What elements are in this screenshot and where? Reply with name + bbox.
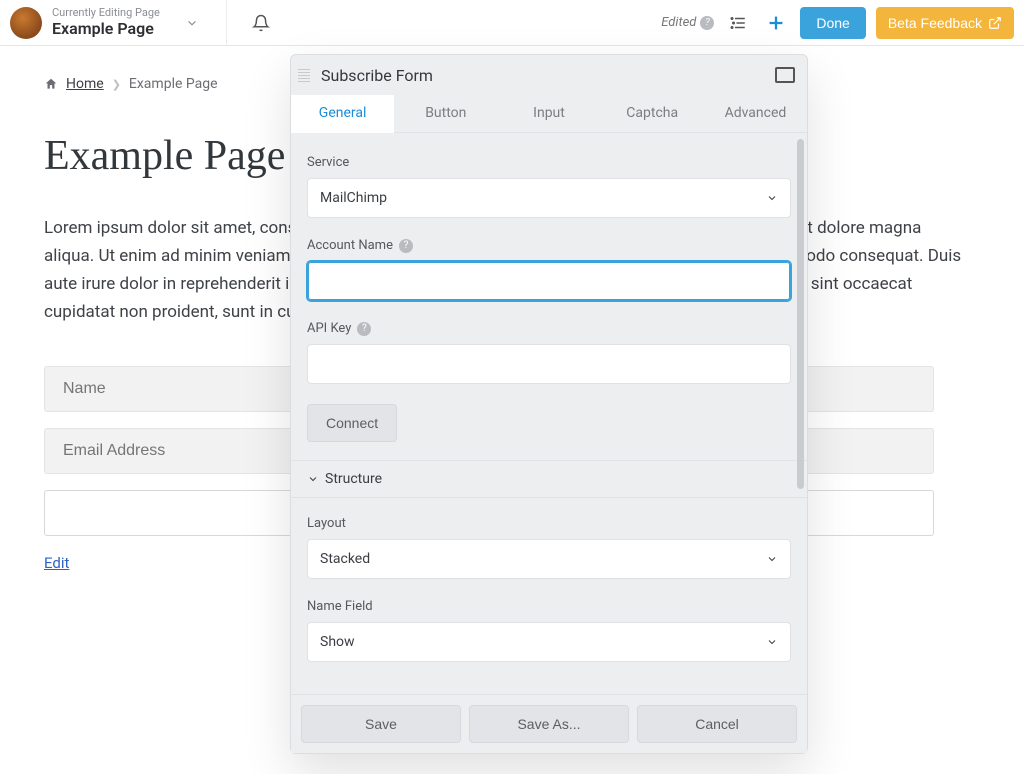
page-dropdown-button[interactable]: [176, 7, 208, 39]
outline-icon: [729, 14, 747, 32]
help-icon[interactable]: ?: [399, 239, 413, 253]
bell-icon: [252, 14, 270, 32]
tab-button[interactable]: Button: [394, 95, 497, 132]
editing-page-title: Example Page: [52, 20, 160, 38]
cancel-button[interactable]: Cancel: [637, 705, 797, 743]
editing-indicator[interactable]: Currently Editing Page Example Page: [52, 7, 160, 38]
chevron-down-icon: [185, 16, 199, 30]
name-field-value: Show: [320, 634, 355, 650]
beta-feedback-label: Beta Feedback: [888, 15, 982, 31]
panel-footer: Save Save As... Cancel: [291, 694, 807, 753]
connect-button[interactable]: Connect: [307, 404, 397, 442]
top-toolbar: Currently Editing Page Example Page Edit…: [0, 0, 1024, 46]
panel-scroll: Service MailChimp Account Name ? API Key…: [291, 133, 807, 694]
chevron-right-icon: ❯: [112, 78, 121, 91]
panel-body: Service MailChimp Account Name ? API Key…: [291, 133, 807, 694]
chevron-down-icon: [766, 636, 778, 648]
panel-title: Subscribe Form: [321, 66, 775, 85]
editing-label: Currently Editing Page: [52, 7, 160, 20]
api-key-input[interactable]: [307, 344, 791, 384]
layout-label: Layout: [307, 516, 791, 531]
account-name-label: Account Name ?: [307, 238, 791, 253]
layout-value: Stacked: [320, 551, 370, 567]
breadcrumb-current: Example Page: [129, 76, 218, 92]
responsive-icon: [775, 67, 795, 83]
chevron-down-icon: [307, 473, 319, 485]
beta-feedback-button[interactable]: Beta Feedback: [876, 7, 1014, 39]
edited-label: Edited: [661, 15, 696, 30]
breadcrumb-home-link[interactable]: Home: [66, 76, 104, 92]
toolbar-right: Edited ? Done Beta Feedback: [661, 7, 1014, 39]
chevron-down-icon: [766, 553, 778, 565]
api-key-label: API Key ?: [307, 321, 791, 336]
tab-input[interactable]: Input: [497, 95, 600, 132]
external-link-icon: [988, 16, 1002, 30]
drag-handle-icon[interactable]: [297, 69, 311, 82]
api-key-label-text: API Key: [307, 321, 351, 336]
help-icon: ?: [700, 16, 714, 30]
tab-general[interactable]: General: [291, 95, 394, 133]
notifications-button[interactable]: [245, 7, 277, 39]
chevron-down-icon: [766, 192, 778, 204]
save-button[interactable]: Save: [301, 705, 461, 743]
edit-link[interactable]: Edit: [44, 554, 69, 572]
save-as-button[interactable]: Save As...: [469, 705, 629, 743]
responsive-toggle-button[interactable]: [775, 67, 795, 83]
layout-select[interactable]: Stacked: [307, 539, 791, 579]
panel-tabs: General Button Input Captcha Advanced: [291, 95, 807, 133]
structure-label: Structure: [325, 471, 382, 487]
service-select[interactable]: MailChimp: [307, 178, 791, 218]
outline-button[interactable]: [724, 9, 752, 37]
add-content-button[interactable]: [762, 9, 790, 37]
account-name-label-text: Account Name: [307, 238, 393, 253]
account-name-input[interactable]: [307, 261, 791, 301]
settings-panel: Subscribe Form General Button Input Capt…: [290, 54, 808, 754]
help-icon[interactable]: ?: [357, 322, 371, 336]
plus-icon: [765, 12, 787, 34]
panel-header: Subscribe Form: [291, 55, 807, 95]
toolbar-left: Currently Editing Page Example Page: [0, 0, 661, 46]
name-field-select[interactable]: Show: [307, 622, 791, 662]
tab-advanced[interactable]: Advanced: [704, 95, 807, 132]
service-label: Service: [307, 155, 791, 170]
service-value: MailChimp: [320, 190, 387, 206]
structure-section-header[interactable]: Structure: [291, 460, 807, 498]
home-icon: [44, 77, 58, 91]
tab-captcha[interactable]: Captcha: [601, 95, 704, 132]
name-field-label: Name Field: [307, 599, 791, 614]
scrollbar[interactable]: [797, 139, 804, 489]
divider: [226, 0, 227, 46]
structure-section: Layout Stacked Name Field Show: [307, 498, 791, 662]
edited-status[interactable]: Edited ?: [661, 15, 714, 30]
app-logo-icon: [10, 7, 42, 39]
done-button[interactable]: Done: [800, 7, 865, 39]
